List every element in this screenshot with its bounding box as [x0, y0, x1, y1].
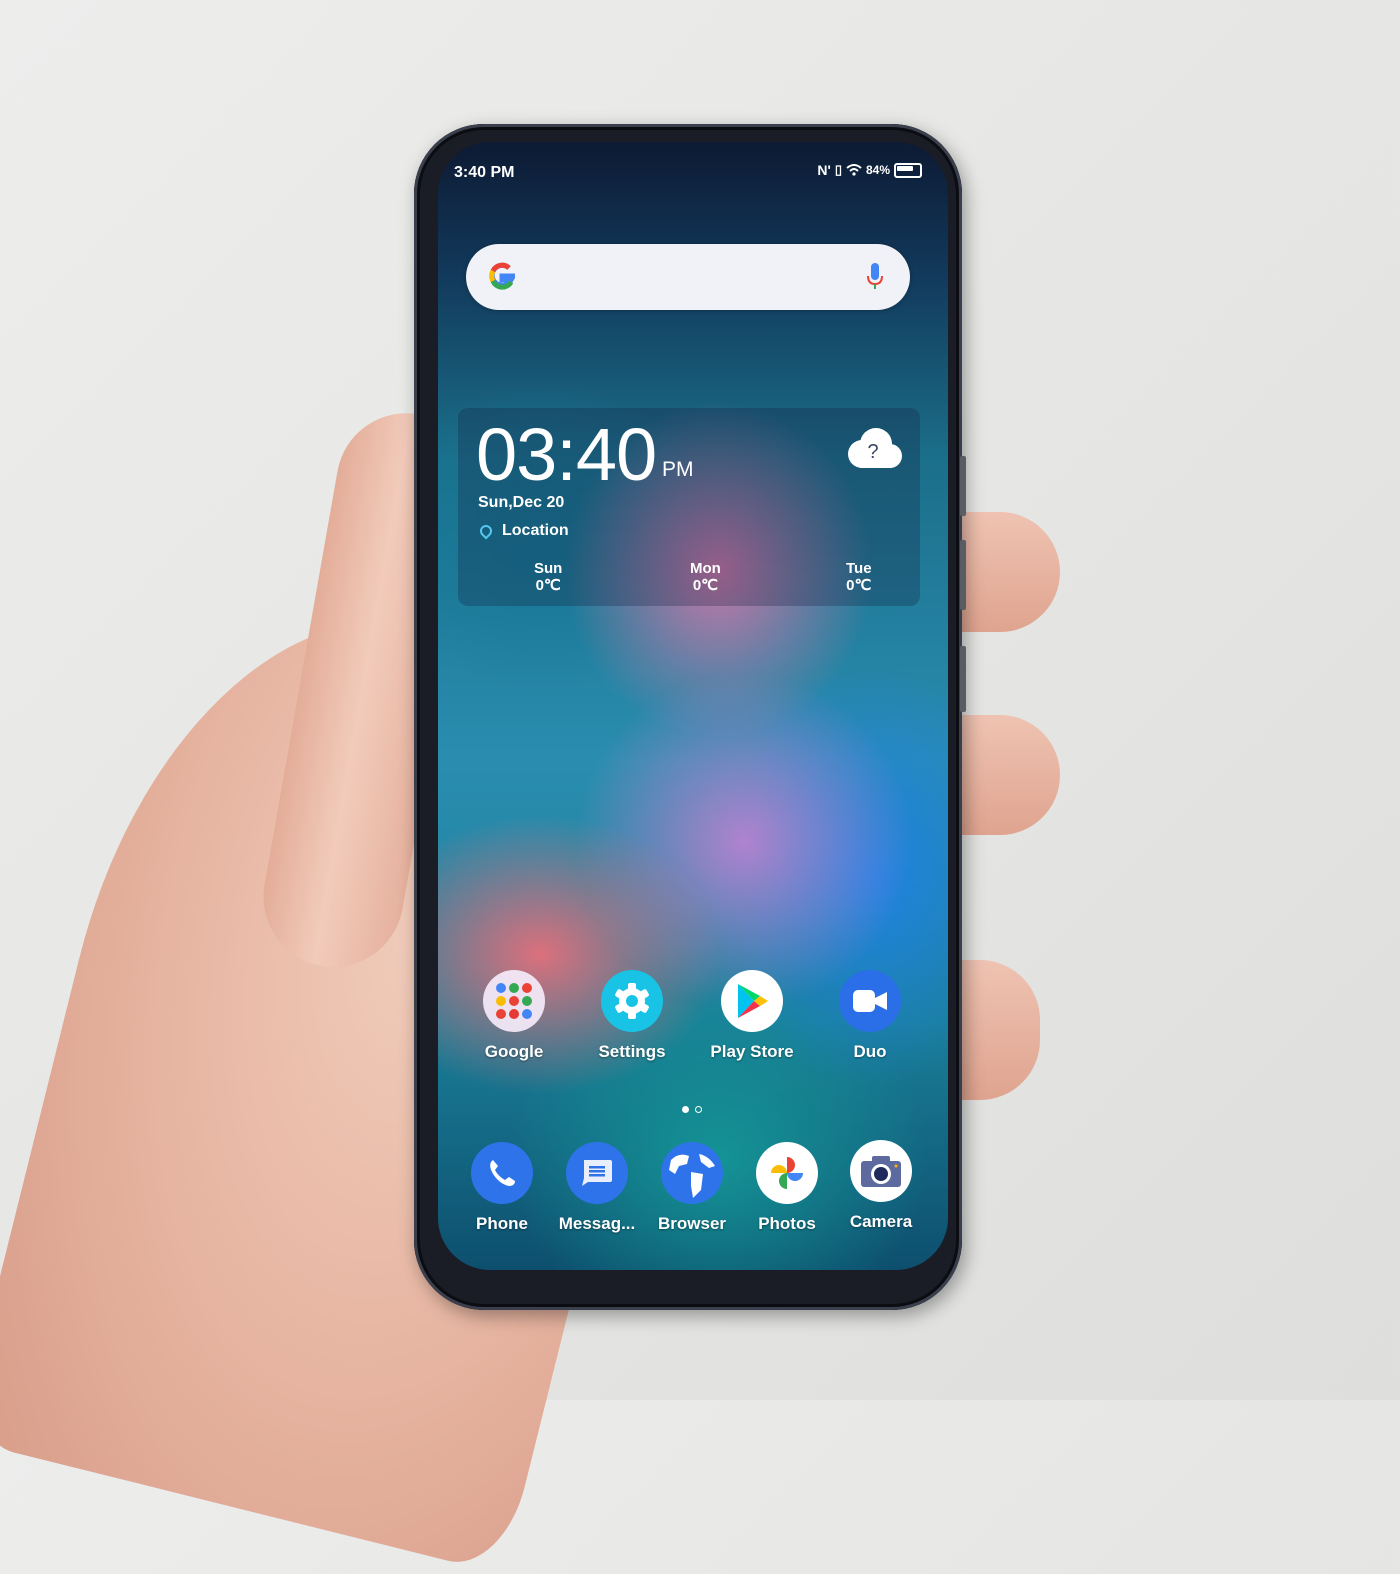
video-camera-icon	[839, 970, 901, 1032]
app-label: Messag...	[558, 1214, 636, 1233]
app-phone[interactable]: Phone	[454, 1142, 550, 1234]
status-time: 3:40 PM	[454, 164, 515, 181]
location-pin-icon	[477, 522, 495, 540]
clock-weather-widget[interactable]: 03:40 PM Sun,Dec 20 Location ? Sun 0℃ Mo…	[458, 408, 920, 606]
forecast-day-label: Sun	[534, 560, 563, 577]
location-label: Location	[502, 522, 569, 539]
google-search-bar[interactable]	[466, 244, 910, 310]
widget-time: 03:40	[476, 413, 657, 496]
widget-location[interactable]: Location	[477, 522, 569, 540]
page-indicator[interactable]	[682, 1106, 702, 1113]
forecast-day: Mon 0℃	[690, 560, 721, 594]
page-dot-active[interactable]	[682, 1106, 689, 1113]
page-dot[interactable]	[695, 1106, 702, 1113]
app-duo[interactable]: Duo	[822, 970, 918, 1062]
nfc-icon: N'	[817, 162, 831, 178]
battery-icon	[894, 162, 922, 178]
app-camera[interactable]: Camera	[833, 1140, 929, 1232]
gear-icon	[601, 970, 663, 1032]
forecast-day-label: Tue	[846, 560, 872, 577]
weather-glyph: ?	[867, 441, 878, 463]
app-label: Settings	[598, 1042, 666, 1061]
app-label: Google	[484, 1042, 544, 1061]
app-label: Phone	[476, 1214, 528, 1233]
forecast-temp: 0℃	[692, 577, 719, 594]
app-label: Photos	[758, 1214, 816, 1233]
message-icon	[566, 1142, 628, 1204]
home-screen: 3:40 PM N' ▯ 84% 03:40 PM Sun,Dec 20 Loc…	[438, 142, 948, 1270]
forecast-day: Tue 0℃	[846, 560, 872, 594]
app-label: Browser	[657, 1214, 727, 1233]
forecast-day: Sun 0℃	[534, 560, 562, 594]
widget-ampm: PM	[662, 458, 694, 481]
google-folder-icon	[483, 970, 545, 1032]
pinwheel-icon	[756, 1142, 818, 1204]
camera-icon	[850, 1140, 912, 1202]
volume-button[interactable]	[960, 540, 966, 610]
globe-icon	[661, 1142, 723, 1204]
mic-icon[interactable]	[866, 262, 884, 292]
play-store-icon	[721, 970, 783, 1032]
app-settings[interactable]: Settings	[584, 970, 680, 1062]
status-icons: N' ▯ 84%	[817, 162, 922, 178]
forecast-day-label: Mon	[690, 560, 721, 577]
power-button[interactable]	[960, 646, 966, 712]
battery-percent: 84%	[865, 163, 890, 177]
cloud-question-icon[interactable]: ?	[842, 426, 904, 470]
app-photos[interactable]: Photos	[739, 1142, 835, 1234]
forecast-temp: 0℃	[846, 577, 872, 594]
app-label: Play Store	[710, 1042, 794, 1061]
wifi-icon	[846, 164, 862, 176]
google-g-icon	[489, 262, 516, 290]
status-bar: 3:40 PM N' ▯ 84%	[438, 160, 948, 186]
app-label: Camera	[849, 1212, 913, 1231]
forecast-temp: 0℃	[535, 577, 561, 594]
widget-date: Sun,Dec 20	[478, 494, 565, 511]
phone-icon	[471, 1142, 533, 1204]
volume-button[interactable]	[960, 456, 966, 516]
app-google-folder[interactable]: Google	[466, 970, 562, 1062]
vibrate-icon: ▯	[834, 162, 842, 177]
app-messages[interactable]: Messag...	[549, 1142, 645, 1234]
app-browser[interactable]: Browser	[644, 1142, 740, 1234]
app-label: Duo	[853, 1042, 887, 1061]
app-play-store[interactable]: Play Store	[704, 970, 800, 1062]
